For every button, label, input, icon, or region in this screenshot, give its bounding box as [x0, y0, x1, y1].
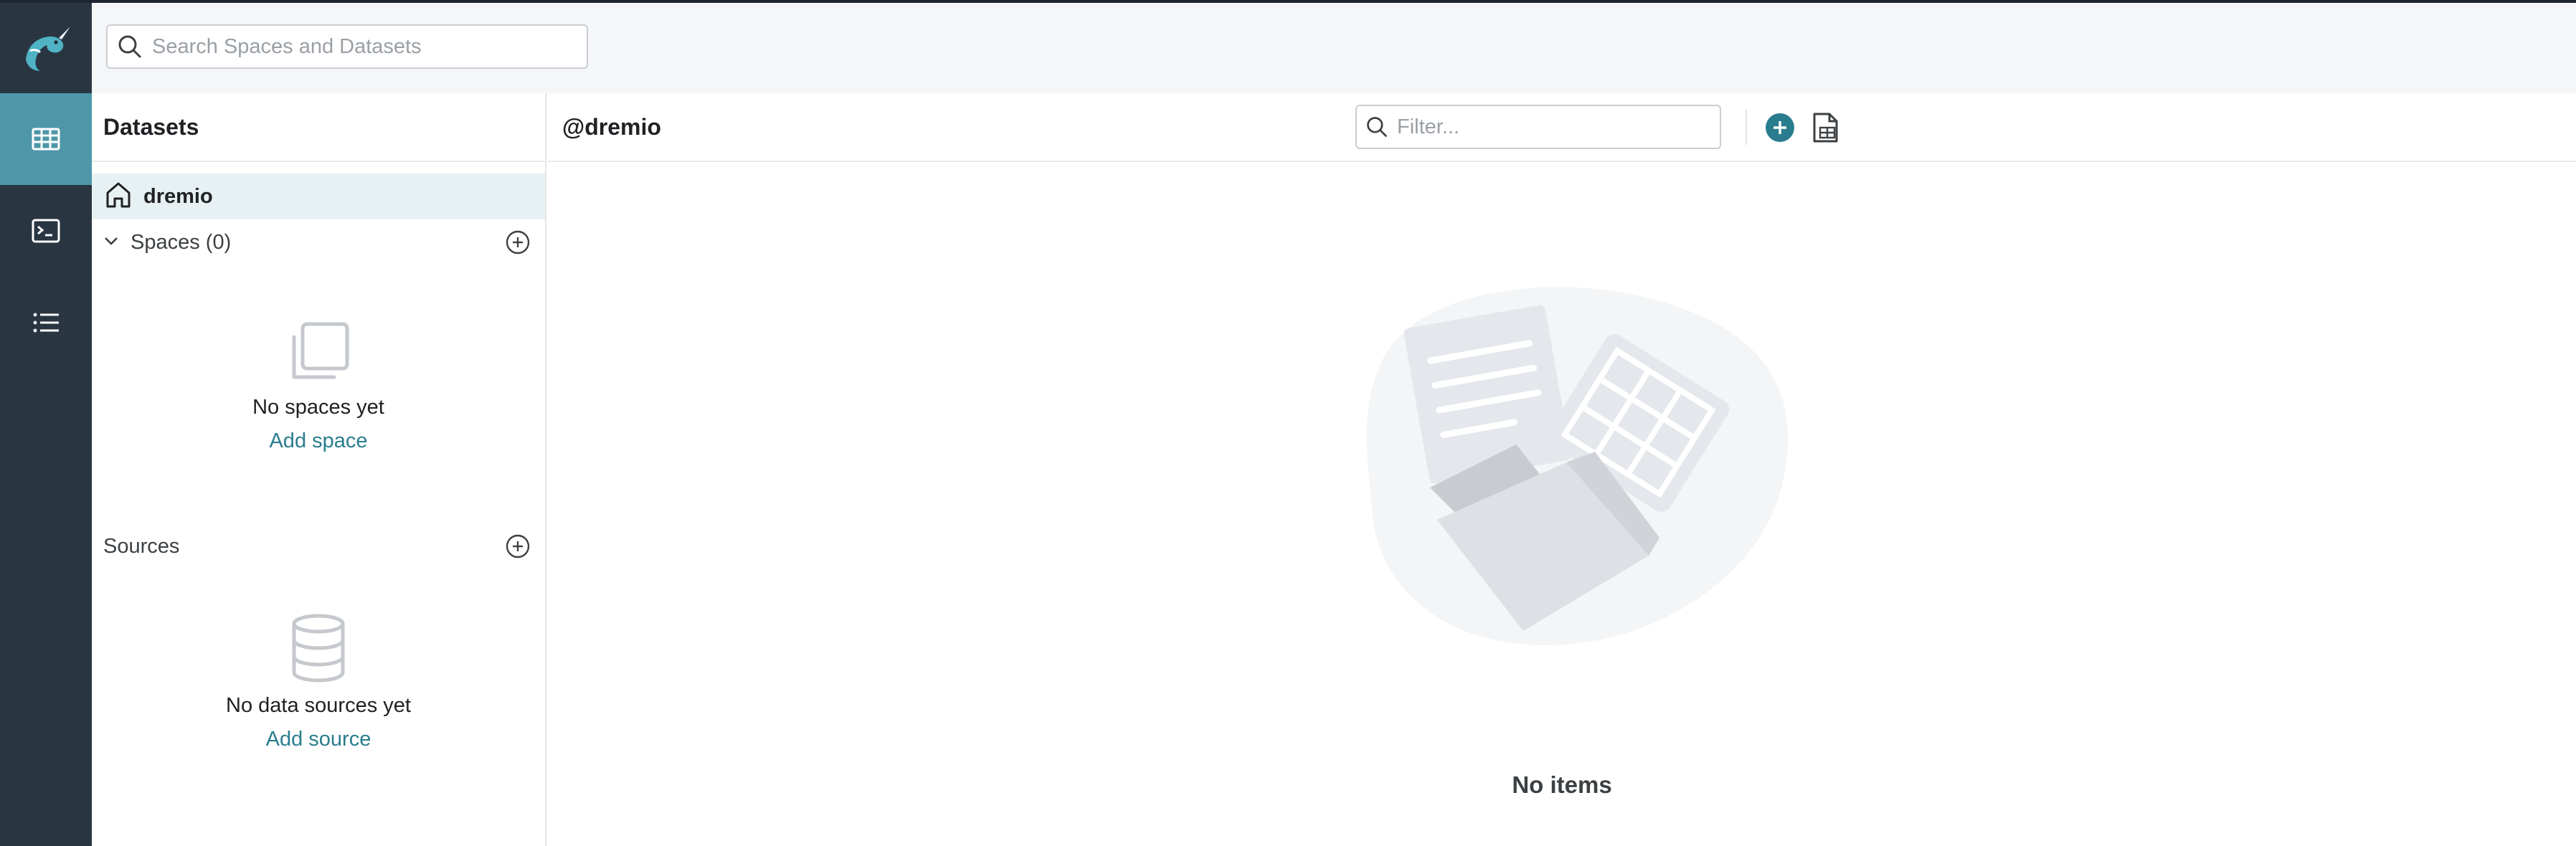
- spaces-empty-state: No spaces yet Add space: [92, 317, 545, 453]
- no-items-message: No items: [1512, 771, 1612, 798]
- search-icon: [108, 26, 152, 67]
- home-space-item[interactable]: dremio: [92, 174, 545, 219]
- add-circle-icon: [1766, 113, 1794, 142]
- search-input[interactable]: [152, 34, 575, 59]
- global-search[interactable]: [106, 24, 588, 69]
- terminal-icon: [32, 219, 60, 243]
- list-icon: [33, 313, 59, 333]
- empty-state-illustration: [1366, 287, 1789, 645]
- add-source-icon[interactable]: [505, 533, 531, 559]
- spaces-section-header[interactable]: Spaces (0): [92, 219, 545, 265]
- main-content: @dremio Filter... No items: [548, 93, 2576, 846]
- add-space-link[interactable]: Add space: [269, 429, 367, 453]
- search-icon: [1357, 106, 1397, 148]
- home-icon: [103, 180, 133, 214]
- table-grid-icon: [32, 128, 60, 151]
- header-divider: [1746, 109, 1747, 145]
- add-space-icon[interactable]: [505, 229, 531, 255]
- chevron-down-icon[interactable]: [102, 232, 120, 254]
- nav-sql-runner[interactable]: [0, 185, 92, 277]
- nav-rail: [0, 3, 92, 846]
- panel-title: Datasets: [103, 113, 199, 140]
- filter-input[interactable]: [1397, 115, 1713, 139]
- spaces-empty-message: No spaces yet: [252, 396, 384, 419]
- home-space-label: dremio: [143, 184, 213, 208]
- sources-section-header: Sources: [92, 523, 545, 569]
- upload-file-button[interactable]: [1809, 110, 1843, 145]
- panel-header: Datasets: [92, 93, 545, 162]
- top-bar: [92, 3, 2576, 93]
- sources-label: Sources: [103, 534, 180, 558]
- datasets-panel: Datasets dremio Spaces (0) No spaces yet…: [92, 93, 546, 846]
- sources-empty-state: No data sources yet Add source: [92, 611, 545, 751]
- spaces-copy-icon: [92, 317, 545, 389]
- add-source-link[interactable]: Add source: [266, 728, 371, 751]
- sources-empty-message: No data sources yet: [226, 694, 411, 717]
- file-table-icon: [1813, 113, 1838, 143]
- database-icon: [92, 611, 545, 685]
- nav-datasets[interactable]: [0, 93, 92, 185]
- spaces-label: Spaces (0): [131, 230, 232, 254]
- main-title: @dremio: [562, 113, 661, 140]
- narwhal-logo-icon[interactable]: [0, 3, 92, 93]
- main-header: @dremio: [548, 93, 2576, 162]
- nav-jobs[interactable]: [0, 277, 92, 369]
- add-button[interactable]: [1763, 110, 1797, 145]
- filter-field[interactable]: [1355, 105, 1721, 149]
